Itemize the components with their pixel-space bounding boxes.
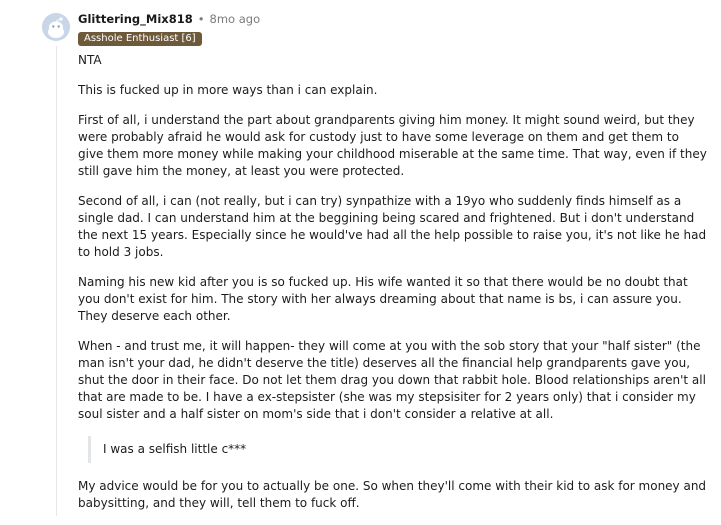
comment-author[interactable]: Glittering_Mix818 [78, 12, 193, 26]
comment-paragraph: Naming his new kid after you is so fucke… [78, 275, 688, 323]
user-flair: Asshole Enthusiast [6] [78, 32, 202, 46]
comment-timestamp[interactable]: 8mo ago [210, 12, 261, 26]
comment-paragraph: When - and trust me, it will happen- the… [78, 339, 706, 421]
comment-paragraph: This is fucked up in more ways than i ca… [78, 83, 378, 97]
comment-paragraph: NTA [78, 53, 102, 67]
snoo-avatar-icon [42, 13, 70, 41]
comment-paragraph: First of all, i understand the part abou… [78, 113, 707, 178]
comment-paragraph: Second of all, i can (not really, but i … [78, 194, 707, 259]
user-avatar[interactable] [42, 13, 70, 41]
thread-line[interactable] [56, 46, 57, 516]
comment-paragraph: My advice would be for you to actually b… [78, 479, 707, 510]
comment-header: Glittering_Mix818 • 8mo ago [78, 12, 260, 26]
comment-body: NTA This is fucked up in more ways than … [78, 52, 708, 525]
meta-separator: • [197, 12, 205, 26]
blockquote: I was a selfish little c*** [88, 436, 708, 463]
